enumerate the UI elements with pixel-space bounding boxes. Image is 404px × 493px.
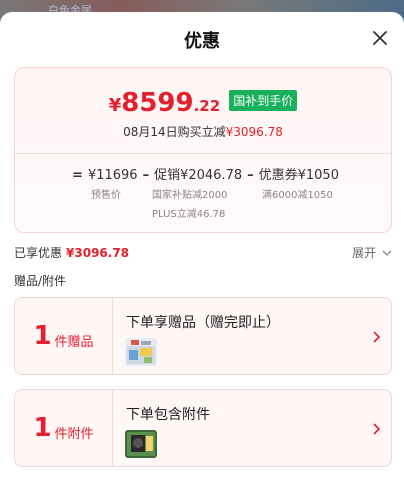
presale-price: ¥11696 [87, 168, 138, 183]
divider [112, 298, 113, 374]
price-decimal: .22 [193, 97, 221, 115]
coupon-note: 满6000减1050 [262, 190, 333, 201]
chevron-down-icon [382, 250, 392, 256]
promo-amount: 促销¥2046.78 [154, 168, 243, 183]
coupon-amount: 优惠券¥1050 [258, 168, 339, 183]
subsidy-price-badge: 国补到手价 [229, 90, 298, 111]
presale-note: 预售价 [91, 190, 121, 201]
enjoyed-discount-row: 已享优惠 ¥3096.78 展开 [14, 244, 392, 264]
divider [15, 153, 391, 154]
price-formula: = ¥11696– 促销¥2046.78– 优惠券¥1050 [15, 164, 391, 183]
sheet-header: 优惠 [0, 12, 404, 64]
sheet-title: 优惠 [184, 31, 220, 52]
buy-date-discount: 08月14日购买立减¥3096.78 [15, 123, 391, 140]
accessory-thumbnail-image [125, 430, 157, 458]
price-integer: 8599 [121, 88, 194, 118]
discount-sheet: 优惠 ¥8599.22 国补到手价 08月14日购买立减¥3096.78 = ¥1… [0, 12, 404, 493]
subsidy-note: 国家补贴减2000 [152, 190, 228, 201]
enjoyed-amount: ¥3096.78 [66, 246, 130, 260]
final-price: ¥8599.22 国补到手价 [15, 88, 391, 118]
accessory-title: 下单包含附件 [126, 407, 210, 423]
plus-note: PLUS立减46.78 [152, 209, 226, 220]
close-icon[interactable] [370, 28, 390, 48]
expand-label: 展开 [352, 246, 377, 260]
accessory-count-unit: 件附件 [54, 426, 94, 442]
minus-sign: – [142, 168, 150, 183]
price-currency: ¥ [108, 95, 122, 116]
accessory-card[interactable]: 1 件附件 下单包含附件 [14, 389, 392, 467]
gift-count-unit: 件赠品 [54, 334, 94, 350]
gift-card[interactable]: 1 件赠品 下单享赠品（赠完即止） [14, 297, 392, 375]
price-card: ¥8599.22 国补到手价 08月14日购买立减¥3096.78 = ¥1169… [14, 67, 392, 233]
gift-count-number: 1 [33, 321, 52, 351]
accessory-count-number: 1 [33, 413, 52, 443]
minus-sign: – [247, 168, 254, 183]
equals-sign: = [72, 168, 83, 183]
gift-count: 1 件赠品 [15, 298, 112, 374]
gift-title: 下单享赠品（赠完即止） [126, 315, 280, 331]
expand-button[interactable]: 展开 [352, 244, 392, 261]
buy-discount-amount: ¥3096.78 [225, 125, 283, 139]
accessory-count: 1 件附件 [15, 390, 112, 466]
chevron-right-icon [373, 331, 381, 343]
gift-thumbnail-image [125, 338, 157, 366]
divider [112, 390, 113, 466]
enjoyed-label: 已享优惠 [14, 246, 63, 260]
gifts-section-label: 赠品/附件 [14, 274, 67, 288]
buy-date-text: 08月14日购买立减 [123, 125, 226, 139]
chevron-right-icon [373, 423, 381, 435]
